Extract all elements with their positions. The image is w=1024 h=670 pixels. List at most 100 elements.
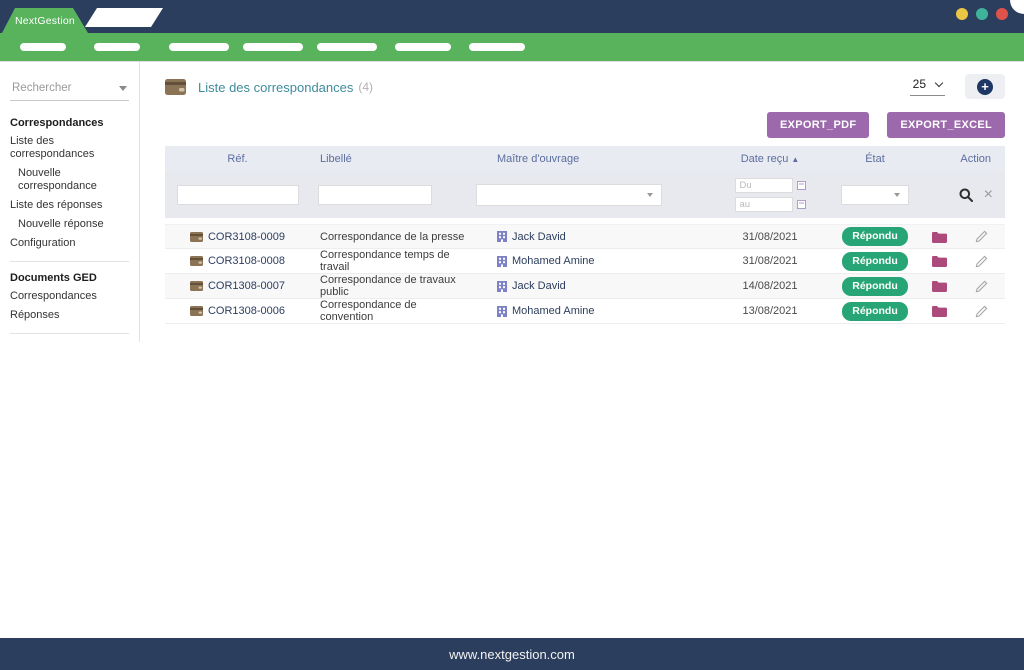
sidebar-divider (10, 261, 129, 262)
filter-etat-select[interactable] (841, 185, 909, 205)
nav-pill-2[interactable] (94, 43, 140, 51)
filter-date-au-input[interactable] (735, 197, 793, 212)
sidebar-section-documents-ged: Documents GED (0, 268, 139, 287)
row-actions (915, 255, 1005, 268)
filter-maitre-ouvrage-select[interactable] (476, 184, 662, 206)
window-dot-teal[interactable] (976, 8, 988, 20)
filter-date-range (705, 178, 835, 212)
page-title[interactable]: Liste des correspondances (198, 80, 353, 95)
edit-button[interactable] (975, 230, 988, 243)
correspondences-table: Réf. Libellé Maître d'ouvrage Date reçu▲… (165, 146, 1005, 324)
status-badge: Répondu (842, 302, 908, 321)
building-icon (497, 231, 507, 242)
libelle-value: Correspondance de la presse (310, 231, 470, 243)
sidebar-item-nouvelle-correspondance[interactable]: Nouvelle correspondance (0, 164, 139, 196)
col-header-maitre-ouvrage[interactable]: Maître d'ouvrage (470, 153, 705, 165)
status-badge: Répondu (842, 277, 908, 296)
edit-button[interactable] (975, 305, 988, 318)
col-header-etat[interactable]: État (835, 153, 915, 165)
sidebar-search-select[interactable]: Rechercher (10, 80, 129, 101)
col-header-date-label: Date reçu (741, 153, 789, 165)
folder-button[interactable] (932, 305, 947, 317)
main-navbar (0, 33, 1024, 62)
table-row[interactable]: COR1308-0006 Correspondance de conventio… (165, 299, 1005, 324)
sidebar-item-ged-reponses[interactable]: Réponses (0, 306, 139, 325)
table-row[interactable]: COR3108-0009 Correspondance de la presse… (165, 224, 1005, 249)
nav-pill-3[interactable] (169, 43, 229, 51)
folder-button[interactable] (932, 231, 947, 243)
building-icon (497, 256, 507, 267)
edit-button[interactable] (975, 280, 988, 293)
col-header-libelle[interactable]: Libellé (310, 153, 470, 165)
sidebar-item-liste-des-reponses[interactable]: Liste des réponses (0, 196, 139, 215)
table-row[interactable]: COR3108-0008 Correspondance temps de tra… (165, 249, 1005, 274)
pencil-icon (975, 305, 988, 318)
folder-icon (932, 305, 947, 317)
filter-search-button[interactable] (959, 188, 973, 202)
nav-pill-6[interactable] (395, 43, 451, 51)
folder-button[interactable] (932, 255, 947, 267)
page-header: Liste des correspondances (4) (165, 79, 1024, 95)
export-excel-button[interactable]: EXPORT_EXCEL (887, 112, 1005, 138)
export-pdf-button[interactable]: EXPORT_PDF (767, 112, 869, 138)
table-header-row: Réf. Libellé Maître d'ouvrage Date reçu▲… (165, 146, 1005, 171)
window-dot-red[interactable] (996, 8, 1008, 20)
calendar-icon[interactable] (797, 181, 806, 190)
edit-button[interactable] (975, 255, 988, 268)
footer-url[interactable]: www.nextgestion.com (449, 647, 575, 662)
page-size-select[interactable]: 25 (910, 77, 945, 96)
sidebar-menu: Correspondances Liste des correspondance… (0, 113, 139, 334)
maitre-ouvrage-link[interactable]: Jack David (470, 231, 705, 243)
sidebar-item-configuration[interactable]: Configuration (0, 234, 139, 253)
sidebar-item-ged-correspondances[interactable]: Correspondances (0, 287, 139, 306)
sidebar-item-liste-des-correspondances[interactable]: Liste des correspondances (0, 132, 139, 164)
window-dot-yellow[interactable] (956, 8, 968, 20)
maitre-ouvrage-value: Mohamed Amine (512, 305, 595, 317)
table-row[interactable]: COR1308-0007 Correspondance de travaux p… (165, 274, 1005, 299)
nav-pill-5[interactable] (317, 43, 377, 51)
layout: Rechercher Correspondances Liste des cor… (0, 62, 1024, 638)
sort-asc-icon: ▲ (791, 155, 799, 164)
nav-pill-4[interactable] (243, 43, 303, 51)
date-recu-value: 31/08/2021 (705, 231, 835, 243)
nav-pill-1[interactable] (20, 43, 66, 51)
table-body: COR3108-0009 Correspondance de la presse… (165, 224, 1005, 324)
add-button[interactable]: + (965, 74, 1005, 99)
sidebar-section-correspondances: Correspondances (0, 113, 139, 132)
row-actions (915, 230, 1005, 243)
folder-icon (932, 255, 947, 267)
filter-date-du-input[interactable] (735, 178, 793, 193)
search-icon (959, 188, 973, 202)
secondary-tab[interactable] (85, 8, 163, 27)
window-titlebar: NextGestion (0, 0, 1024, 33)
main-content: Liste des correspondances (4) 25 + EXPOR… (140, 62, 1024, 638)
building-icon (497, 306, 507, 317)
ref-link[interactable]: COR3108-0009 (165, 231, 310, 243)
maitre-ouvrage-link[interactable]: Jack David (470, 280, 705, 292)
close-icon: × (984, 187, 993, 203)
filter-ref-input[interactable] (177, 185, 299, 205)
ref-value: COR1308-0007 (208, 280, 285, 292)
status-badge: Répondu (842, 227, 908, 246)
folder-button[interactable] (932, 280, 947, 292)
sidebar-search-placeholder: Rechercher (12, 82, 71, 94)
ref-value: COR3108-0009 (208, 231, 285, 243)
chevron-down-icon (119, 86, 127, 91)
calendar-icon[interactable] (797, 200, 806, 209)
ref-link[interactable]: COR3108-0008 (165, 255, 310, 267)
col-header-date-recu[interactable]: Date reçu▲ (705, 153, 835, 165)
col-header-ref[interactable]: Réf. (165, 153, 310, 165)
nav-pill-7[interactable] (469, 43, 525, 51)
ref-link[interactable]: COR1308-0007 (165, 280, 310, 292)
filter-clear-button[interactable]: × (984, 187, 993, 203)
maitre-ouvrage-link[interactable]: Mohamed Amine (470, 255, 705, 267)
filter-libelle-input[interactable] (318, 185, 432, 205)
ref-value: COR3108-0008 (208, 255, 285, 267)
ref-link[interactable]: COR1308-0006 (165, 305, 310, 317)
maitre-ouvrage-link[interactable]: Mohamed Amine (470, 305, 705, 317)
maitre-ouvrage-value: Jack David (512, 231, 566, 243)
brand-tab[interactable]: NextGestion (2, 8, 88, 33)
chevron-down-icon (935, 78, 943, 86)
top-controls: 25 + (910, 74, 1005, 99)
sidebar-item-nouvelle-reponse[interactable]: Nouvelle réponse (0, 215, 139, 234)
